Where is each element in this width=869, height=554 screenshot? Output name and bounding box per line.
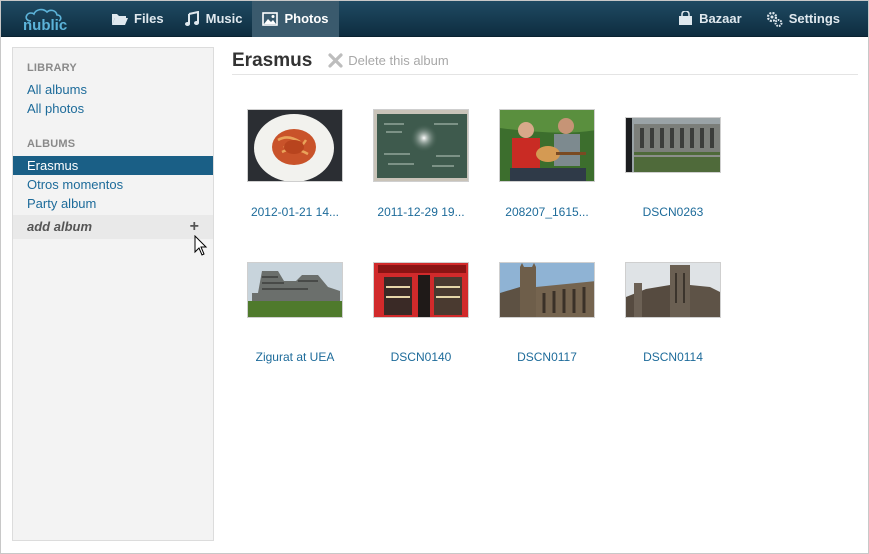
- photo-caption[interactable]: 2012-01-21 14...: [239, 205, 351, 219]
- photo-tile[interactable]: 208207_1615...: [491, 101, 603, 221]
- photo-caption[interactable]: DSCN0117: [491, 350, 603, 364]
- shopping-bag-icon: [678, 11, 693, 26]
- library-heading: LIBRARY: [27, 62, 77, 74]
- pasta-plate-image: [248, 110, 342, 181]
- mouse-cursor-icon: [194, 234, 208, 261]
- album-title: Erasmus: [232, 49, 313, 71]
- delete-album-button[interactable]: Delete this album: [328, 53, 449, 68]
- nav-photos[interactable]: Photos: [252, 0, 339, 37]
- photo-tile[interactable]: Zigurat at UEA: [239, 246, 351, 366]
- photo-tile[interactable]: DSCN0140: [365, 246, 477, 366]
- photo-thumbnail[interactable]: [499, 262, 595, 318]
- nav-settings-label: Settings: [788, 11, 840, 26]
- nav-files[interactable]: Files: [101, 1, 174, 37]
- chalkboard-image: [374, 110, 468, 181]
- photo-caption[interactable]: 208207_1615...: [491, 205, 603, 219]
- gears-icon: [766, 11, 783, 27]
- album-header: Erasmus Delete this album: [232, 47, 858, 75]
- photo-caption[interactable]: DSCN0263: [617, 205, 729, 219]
- photo-caption[interactable]: DSCN0114: [617, 350, 729, 364]
- photo-tile[interactable]: 2011-12-29 19...: [365, 101, 477, 221]
- zigurat-building-image: [248, 263, 342, 317]
- nav-settings[interactable]: Settings: [754, 1, 868, 37]
- photo-caption[interactable]: Zigurat at UEA: [239, 350, 351, 364]
- photo-thumbnail[interactable]: [625, 117, 721, 173]
- nav-music[interactable]: Music: [174, 1, 253, 37]
- picture-icon: [262, 11, 279, 26]
- photo-thumbnail[interactable]: [499, 109, 595, 182]
- albums-heading: ALBUMS: [27, 138, 76, 150]
- sidebar-item-otros-momentos[interactable]: Otros momentos: [13, 175, 213, 194]
- nav-bazaar-label: Bazaar: [699, 11, 742, 26]
- add-album-button[interactable]: add album +: [13, 215, 213, 239]
- photo-tile[interactable]: DSCN0117: [491, 246, 603, 366]
- nav-files-label: Files: [134, 11, 164, 26]
- sidebar: LIBRARY All albums All photos ALBUMS Era…: [12, 47, 214, 541]
- cloister-image: [626, 118, 720, 172]
- nublic-logo[interactable]: nublic: [1, 1, 101, 37]
- photo-tile[interactable]: DSCN0114: [617, 246, 729, 366]
- cathedral-tower-image: [500, 263, 594, 317]
- sidebar-item-party-album[interactable]: Party album: [13, 194, 213, 213]
- folder-icon: [111, 12, 128, 26]
- close-icon: [328, 53, 343, 68]
- sidebar-item-all-albums[interactable]: All albums: [13, 80, 213, 99]
- nav-photos-label: Photos: [284, 11, 329, 26]
- red-shopfront-image: [374, 263, 468, 317]
- nav-music-label: Music: [205, 11, 243, 26]
- photo-caption[interactable]: 2011-12-29 19...: [365, 205, 477, 219]
- sidebar-item-erasmus[interactable]: Erasmus: [13, 156, 213, 175]
- photo-thumbnail[interactable]: [373, 262, 469, 318]
- photo-thumbnail[interactable]: [247, 109, 343, 182]
- sidebar-item-all-photos[interactable]: All photos: [13, 99, 213, 118]
- delete-album-label: Delete this album: [348, 53, 449, 68]
- cathedral-facade-image: [626, 263, 720, 317]
- top-navigation-bar: nublic Files Music Photos Bazaar Setting…: [1, 0, 868, 37]
- nav-bazaar[interactable]: Bazaar: [666, 1, 754, 37]
- music-note-icon: [184, 10, 200, 27]
- logo-text: nublic: [23, 17, 67, 32]
- guitar-players-image: [500, 110, 594, 181]
- photo-caption[interactable]: DSCN0140: [365, 350, 477, 364]
- photo-thumbnail[interactable]: [373, 109, 469, 182]
- photo-thumbnail[interactable]: [247, 262, 343, 318]
- photo-thumbnail[interactable]: [625, 262, 721, 318]
- photo-tile[interactable]: DSCN0263: [617, 101, 729, 221]
- photo-tile[interactable]: 2012-01-21 14...: [239, 101, 351, 221]
- add-album-label: add album: [27, 219, 93, 234]
